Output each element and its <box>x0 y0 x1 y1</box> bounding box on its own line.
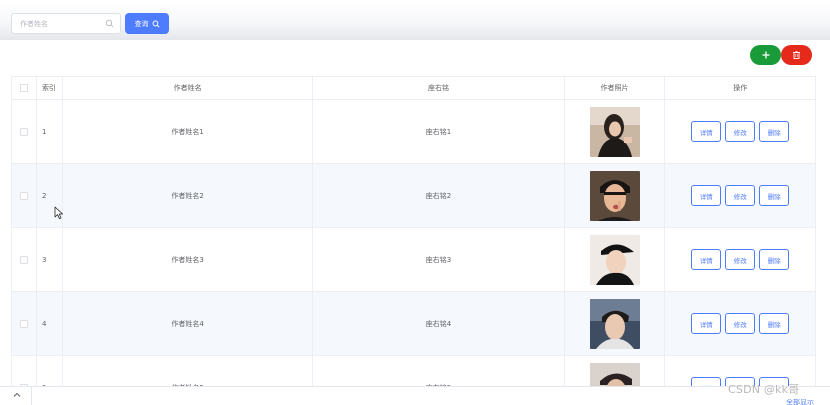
trash-icon <box>793 51 800 59</box>
search-icon <box>105 19 114 28</box>
author-photo[interactable] <box>589 298 640 349</box>
header-select-cell <box>12 77 37 99</box>
detail-button[interactable]: 详情 <box>691 121 722 142</box>
row-motto: 座右铭1 <box>313 100 565 163</box>
select-all-checkbox[interactable] <box>19 84 28 92</box>
header-photo: 作者照片 <box>565 77 666 99</box>
delete-button[interactable]: 删除 <box>759 121 790 142</box>
edit-button[interactable]: 修改 <box>725 249 756 270</box>
show-all-link[interactable]: 全部显示 <box>786 399 818 405</box>
author-table: 索引 作者姓名 座右铭 作者照片 操作 1 作者姓名1 座右铭1 详情 修改 删… <box>11 76 816 405</box>
row-author-name: 作者姓名4 <box>63 292 314 355</box>
footer-divider <box>31 387 32 405</box>
plus-icon <box>762 51 769 59</box>
row-index: 3 <box>37 228 63 291</box>
table-row: 4 作者姓名4 座右铭4 详情 修改 删除 <box>12 292 815 356</box>
delete-button[interactable]: 删除 <box>759 249 790 270</box>
row-motto: 座右铭4 <box>313 292 565 355</box>
row-author-name: 作者姓名3 <box>63 228 314 291</box>
delete-button[interactable]: 删除 <box>759 185 790 206</box>
add-button[interactable] <box>750 45 781 65</box>
row-motto: 座右铭3 <box>313 228 565 291</box>
footer-bar <box>0 386 830 405</box>
page: 查询 索引 作者姓名 座右铭 作者照片 <box>0 0 830 405</box>
delete-button[interactable]: 删除 <box>759 313 790 334</box>
detail-button[interactable]: 详情 <box>691 313 722 334</box>
header-actions: 操作 <box>733 84 748 92</box>
row-checkbox[interactable] <box>19 191 28 200</box>
row-motto: 座右铭2 <box>313 164 565 227</box>
row-index: 4 <box>37 292 63 355</box>
search-box[interactable] <box>11 13 121 34</box>
header-index: 索引 <box>37 77 63 99</box>
detail-button[interactable]: 详情 <box>691 249 722 270</box>
row-author-name: 作者姓名2 <box>63 164 314 227</box>
edit-button[interactable]: 修改 <box>725 313 756 334</box>
table-header: 索引 作者姓名 座右铭 作者照片 操作 <box>12 77 815 100</box>
row-index: 1 <box>37 100 63 163</box>
search-icon <box>152 20 160 28</box>
chevron-up-icon[interactable] <box>12 390 22 400</box>
header-motto: 座右铭 <box>313 77 565 99</box>
author-photo[interactable] <box>589 106 640 157</box>
row-author-name: 作者姓名1 <box>63 100 314 163</box>
author-photo[interactable] <box>589 170 640 221</box>
table-row: 1 作者姓名1 座右铭1 详情 修改 删除 <box>12 100 815 164</box>
table-row: 3 作者姓名3 座右铭3 详情 修改 删除 <box>12 228 815 292</box>
batch-delete-button[interactable] <box>781 45 812 65</box>
row-checkbox[interactable] <box>19 255 28 264</box>
table-row: 2 作者姓名2 座右铭2 详情 修改 删除 <box>12 164 815 228</box>
search-input[interactable] <box>12 14 102 33</box>
watermark: CSDN @kk哥 <box>728 383 800 396</box>
toolbar: 查询 <box>0 0 830 40</box>
query-button[interactable]: 查询 <box>125 13 169 34</box>
author-photo[interactable] <box>589 234 640 285</box>
header-name: 作者姓名 <box>63 77 314 99</box>
row-checkbox[interactable] <box>19 319 28 328</box>
query-button-label: 查询 <box>134 19 149 28</box>
detail-button[interactable]: 详情 <box>691 185 722 206</box>
edit-button[interactable]: 修改 <box>725 185 756 206</box>
edit-button[interactable]: 修改 <box>725 121 756 142</box>
row-checkbox[interactable] <box>19 127 28 136</box>
mouse-cursor-icon <box>54 206 63 219</box>
